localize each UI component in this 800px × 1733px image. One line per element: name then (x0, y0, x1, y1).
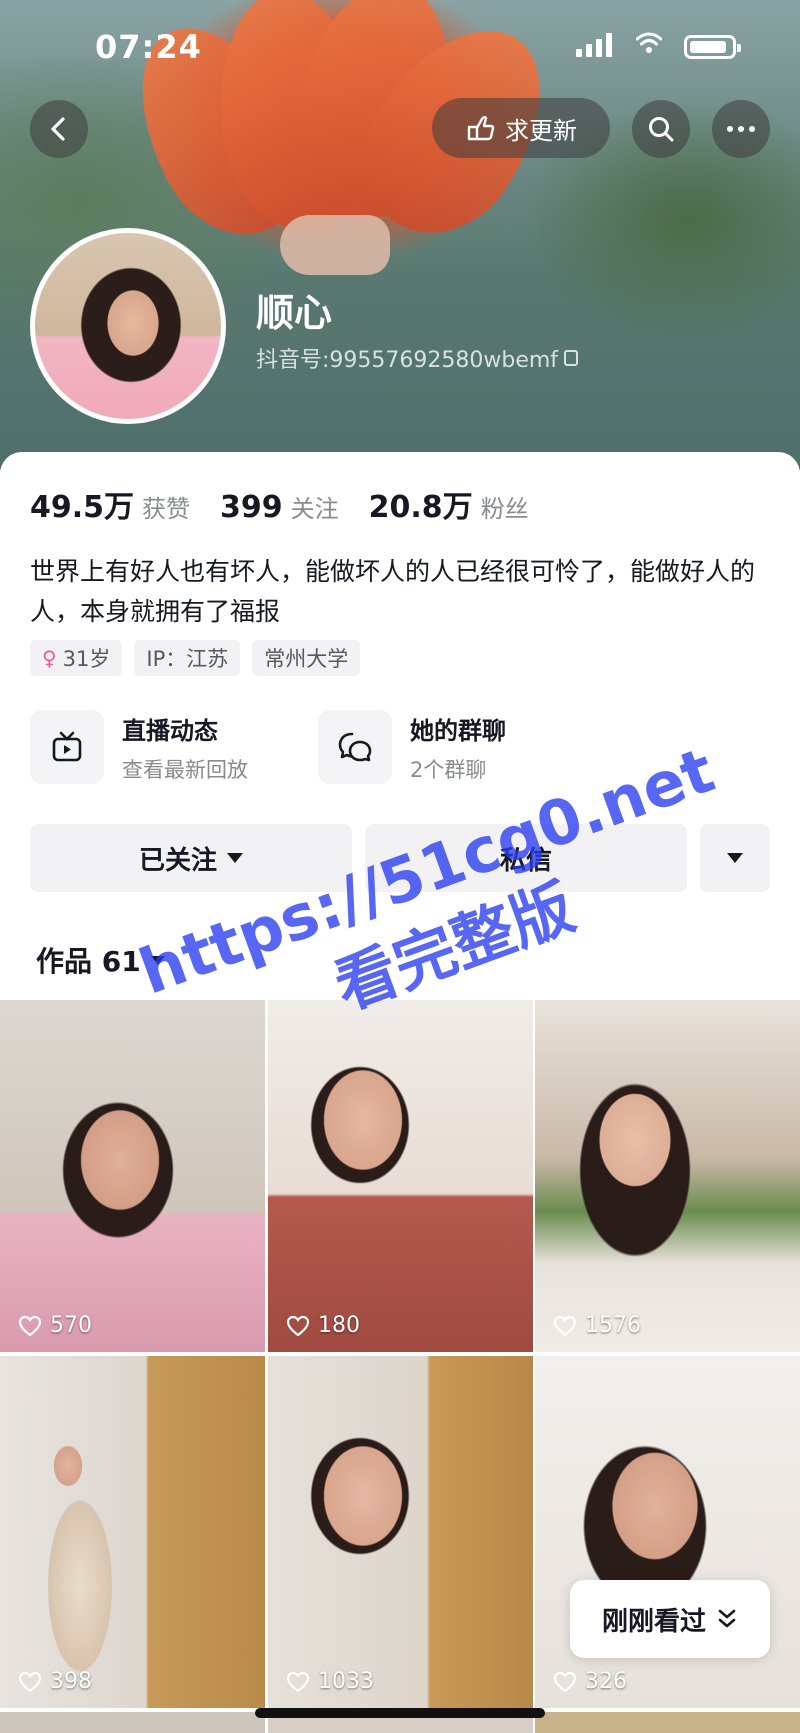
like-count: 570 (18, 1313, 92, 1338)
stat-likes[interactable]: 49.5万 获赞 (30, 482, 190, 526)
live-updates-link[interactable]: 直播动态 查看最新回放 (30, 710, 248, 784)
tag-age: ♀ 31岁 (30, 640, 123, 676)
more-dot-icon (727, 126, 733, 132)
heart-icon (18, 1671, 42, 1692)
caret-down-icon (150, 955, 165, 965)
recently-watched-button[interactable]: 刚刚看过 (570, 1580, 770, 1658)
caret-down-icon (227, 853, 243, 863)
female-icon: ♀ (42, 646, 57, 670)
heart-icon (553, 1315, 577, 1336)
signal-icon (576, 33, 612, 57)
cover-hand (280, 215, 390, 275)
battery-icon (684, 35, 741, 59)
like-count: 180 (286, 1313, 360, 1338)
request-update-label: 求更新 (505, 116, 577, 145)
heart-icon (553, 1671, 577, 1692)
status-time: 07:24 (95, 28, 202, 66)
caret-down-icon (727, 853, 743, 863)
quick-link-subtitle: 查看最新回放 (122, 757, 248, 782)
stat-label: 粉丝 (480, 495, 529, 523)
profile-stats: 49.5万 获赞 399 关注 20.8万 粉丝 (30, 482, 529, 526)
works-tab[interactable]: 作品 61 (36, 940, 165, 980)
video-thumbnail[interactable]: 1576 (535, 1000, 800, 1352)
avatar[interactable] (30, 228, 226, 424)
stat-value: 20.8万 (368, 490, 473, 525)
like-count: 1033 (286, 1669, 374, 1694)
like-count-value: 1033 (318, 1669, 374, 1694)
recently-watched-label: 刚刚看过 (601, 1606, 706, 1637)
profile-bio: 世界上有好人也有坏人，能做坏人的人已经很可怜了，能做好人的人，本身就拥有了福报 (30, 557, 756, 626)
like-count: 398 (18, 1669, 92, 1694)
home-indicator[interactable] (255, 1708, 545, 1718)
more-actions-dropdown[interactable] (700, 824, 770, 892)
pointing-hand-icon (467, 116, 495, 141)
like-count-value: 398 (50, 1669, 92, 1694)
wifi-icon (636, 32, 662, 53)
more-options-button[interactable] (712, 100, 770, 158)
tag-school[interactable]: 常州大学 (252, 640, 361, 676)
heart-icon (18, 1315, 42, 1336)
stat-label: 关注 (290, 495, 339, 523)
following-button[interactable]: 已关注 (30, 824, 352, 892)
stat-value: 49.5万 (30, 490, 135, 525)
douyin-id-text: 抖音号:99557692580wbemf (256, 348, 559, 373)
quick-link-subtitle: 2个群聊 (410, 757, 487, 782)
like-count-value: 180 (318, 1313, 360, 1338)
quick-link-title: 她的群聊 (410, 716, 506, 745)
group-chats-link[interactable]: 她的群聊 2个群聊 (318, 710, 506, 784)
more-dot-icon (749, 126, 755, 132)
heart-icon (286, 1315, 310, 1336)
message-button[interactable]: 私信 (365, 824, 687, 892)
quick-link-title: 直播动态 (122, 716, 218, 745)
chevron-left-icon (51, 117, 65, 141)
like-count-value: 1576 (585, 1313, 641, 1338)
status-bar: 07:24 (0, 0, 800, 95)
following-label: 已关注 (138, 845, 217, 876)
works-tab-label: 作品 61 (36, 945, 141, 978)
like-count: 1576 (553, 1313, 641, 1338)
profile-tags: ♀ 31岁 IP：江苏 常州大学 (30, 640, 361, 676)
copy-icon[interactable] (564, 350, 579, 366)
stat-label: 获赞 (142, 495, 191, 523)
video-thumbnail[interactable]: 398 (0, 1356, 265, 1708)
stat-following[interactable]: 399 关注 (220, 489, 339, 525)
video-thumbnail[interactable] (535, 1712, 800, 1733)
double-chevron-down-icon (718, 1609, 736, 1628)
video-thumbnail[interactable]: 570 (0, 1000, 265, 1352)
tag-ip: IP：江苏 (134, 640, 241, 676)
profile-name: 顺心 (256, 291, 333, 335)
douyin-id[interactable]: 抖音号:99557692580wbemf (256, 342, 579, 374)
stat-value: 399 (220, 490, 283, 525)
video-thumbnail[interactable] (0, 1712, 265, 1733)
tv-icon (30, 710, 104, 784)
like-count-value: 326 (585, 1669, 627, 1694)
tag-age-label: 31岁 (62, 647, 111, 671)
request-update-button[interactable]: 求更新 (432, 98, 610, 158)
back-button[interactable] (30, 100, 88, 158)
stat-followers[interactable]: 20.8万 粉丝 (369, 482, 529, 526)
like-count: 326 (553, 1669, 627, 1694)
chat-icon (318, 710, 392, 784)
video-thumbnail[interactable]: 1033 (268, 1356, 533, 1708)
like-count-value: 570 (50, 1313, 92, 1338)
more-dot-icon (738, 126, 744, 132)
search-icon (649, 117, 674, 142)
heart-icon (286, 1671, 310, 1692)
message-label: 私信 (499, 845, 552, 876)
search-button[interactable] (632, 100, 690, 158)
video-thumbnail[interactable]: 180 (268, 1000, 533, 1352)
